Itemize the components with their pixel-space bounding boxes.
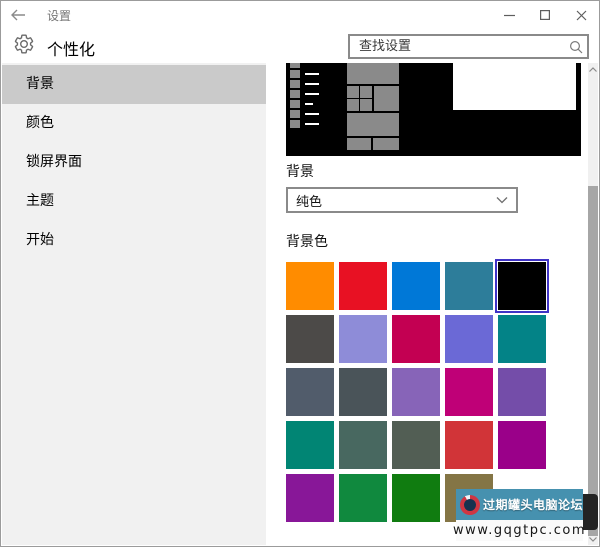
color-swatch-515c6b[interactable] [286, 368, 334, 416]
watermark-banner: 过期罐头电脑论坛 [456, 489, 583, 520]
scrollbar-thumb[interactable] [588, 186, 598, 536]
color-swatch-6b69d6[interactable] [445, 315, 493, 363]
color-swatch-8e8cd8[interactable] [339, 315, 387, 363]
minimize-button[interactable] [491, 1, 527, 29]
preview-tile [360, 86, 372, 98]
color-swatch-e81123[interactable] [339, 262, 387, 310]
preview-text-line [305, 83, 319, 85]
search-box[interactable] [348, 34, 589, 59]
preview-text-line [305, 113, 319, 115]
header: 个性化 [1, 29, 599, 63]
preview-app-icon [290, 80, 300, 88]
preview-window [453, 63, 576, 110]
preview-app-icon [290, 110, 300, 118]
color-swatch-d13438[interactable] [445, 421, 493, 469]
preview-tile [347, 113, 399, 136]
color-swatch-0078d7[interactable] [392, 262, 440, 310]
chevron-down-icon [496, 196, 508, 204]
background-colors-label: 背景色 [286, 231, 328, 251]
preview-tile [360, 99, 372, 111]
preview-tile [347, 86, 359, 98]
titlebar: 设置 [1, 1, 599, 29]
color-swatch-744da9[interactable] [498, 368, 546, 416]
background-type-dropdown[interactable]: 纯色 [286, 187, 518, 213]
color-swatch-ff8c00[interactable] [286, 262, 334, 310]
preview-app-icon [290, 90, 300, 98]
color-swatch-grid [286, 262, 547, 522]
dropdown-value: 纯色 [296, 191, 322, 210]
preview-app-icon [290, 70, 300, 78]
color-swatch-881798[interactable] [286, 474, 334, 522]
settings-window: 设置 个性化 [0, 0, 600, 547]
watermark-url-band: www.gqgtpc.com [456, 520, 583, 541]
preview-app-icon [290, 100, 300, 108]
color-swatch-525e54[interactable] [392, 421, 440, 469]
color-swatch-107c10[interactable] [392, 474, 440, 522]
close-button[interactable] [563, 1, 599, 29]
back-button[interactable] [1, 1, 35, 29]
window-title: 设置 [47, 7, 71, 24]
preview-app-icon [290, 63, 300, 68]
gear-icon [13, 33, 35, 55]
color-swatch-4c4a48[interactable] [286, 315, 334, 363]
preview-text-line [305, 123, 319, 125]
color-swatch-bf0077[interactable] [445, 368, 493, 416]
color-swatch-9a0089[interactable] [498, 421, 546, 469]
sidebar-item-themes[interactable]: 主题 [2, 182, 266, 221]
preview-text-line [305, 73, 319, 75]
preview-tile [373, 138, 399, 150]
close-icon [576, 10, 587, 21]
color-swatch-038387[interactable] [498, 315, 546, 363]
color-swatch-2d7d9a[interactable] [445, 262, 493, 310]
color-swatch-4a5459[interactable] [339, 368, 387, 416]
color-swatch-10893e[interactable] [339, 474, 387, 522]
sidebar-item-lock-screen[interactable]: 锁屏界面 [2, 143, 266, 182]
preview-app-icon [290, 120, 300, 128]
preview-tile [347, 138, 371, 150]
sidebar-item-colors[interactable]: 颜色 [2, 104, 266, 143]
search-input[interactable] [350, 39, 565, 54]
color-swatch-018574[interactable] [286, 421, 334, 469]
search-icon[interactable] [565, 40, 587, 54]
scrollbar[interactable] [588, 63, 598, 545]
preview-text-line [305, 103, 313, 105]
sidebar: 背景颜色锁屏界面主题开始 [2, 63, 266, 545]
preview-tile [374, 86, 399, 111]
scroll-up-icon[interactable] [588, 64, 598, 74]
sidebar-item-start[interactable]: 开始 [2, 221, 266, 260]
background-preview [286, 63, 581, 156]
maximize-button[interactable] [527, 1, 563, 29]
background-label: 背景 [286, 161, 314, 181]
maximize-icon [540, 10, 550, 20]
page-title: 个性化 [47, 36, 95, 60]
back-arrow-icon [10, 9, 26, 21]
preview-tile [347, 63, 399, 84]
watermark-logo-icon [460, 495, 480, 515]
color-swatch-c30052[interactable] [392, 315, 440, 363]
sidebar-item-background[interactable]: 背景 [2, 65, 266, 104]
scroll-down-icon[interactable] [588, 534, 598, 544]
color-swatch-8764b8[interactable] [392, 368, 440, 416]
preview-text-line [305, 93, 319, 95]
watermark-url: www.gqgtpc.com [453, 523, 586, 538]
content-pane: 背景 纯色 背景色 [266, 63, 598, 545]
preview-tile [347, 99, 359, 111]
color-swatch-486860[interactable] [339, 421, 387, 469]
minimize-icon [504, 10, 515, 21]
watermark-title: 过期罐头电脑论坛 [483, 496, 583, 513]
color-swatch-000000[interactable] [498, 262, 546, 310]
